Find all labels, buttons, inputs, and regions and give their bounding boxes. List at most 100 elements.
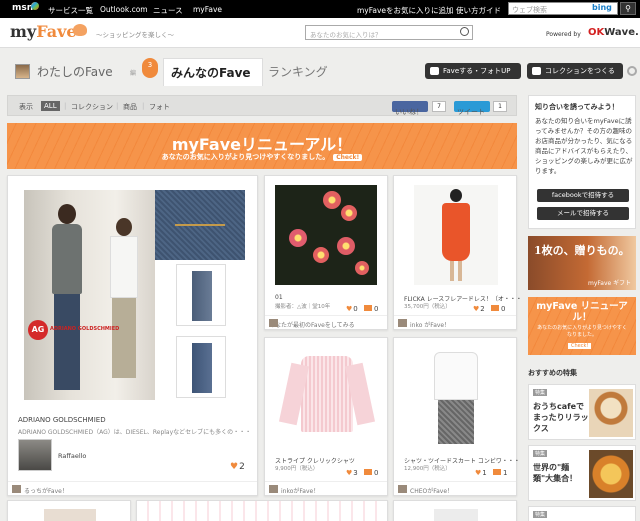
comment-count[interactable]: 0 [491,305,505,313]
gift-ad-title: 1枚の、贈りもの。 [534,244,630,257]
renewal-ad-sub: あなたのお気に入りがより見つけやすくなりました。 [537,325,627,338]
jeans-photo-1[interactable] [176,264,226,326]
gift-ad-banner[interactable]: 1枚の、贈りもの。 myFave ギフト [528,236,636,290]
banner-subtitle: あなたのお気に入りがより見つけやすくなりました。 Check! [7,152,517,162]
comment-count[interactable]: 1 [493,469,507,477]
renewal-ad-check[interactable]: Check! [568,343,592,349]
filter-all[interactable]: ALL [41,101,60,111]
nav-link-outlook[interactable]: Outlook.com [100,5,148,14]
collection-card-ag[interactable]: AG ADRIANO GOLDSCHMIED ADRIANO GOLDSCHMI… [7,175,258,496]
tweet-label: ツイート [457,108,485,116]
tweet-count: 1 [493,101,507,112]
fave-search-input[interactable]: あなたのお気に入りは？ [305,25,473,40]
fave-count[interactable]: 2 [230,462,245,472]
model-photo[interactable]: AG ADRIANO GOLDSCHMIED [24,190,155,400]
skirt-photo[interactable] [408,346,504,450]
collection-card-partial[interactable] [136,500,388,521]
filter-collection[interactable]: コレクション [71,102,113,112]
edit-badge[interactable]: 編 [130,68,136,77]
feature-card-cafe[interactable]: 特集 おうちcafeでまったりリラックス [528,384,636,440]
item-price: 12,900円（税込） [404,466,451,472]
model2-pants [112,298,136,378]
facebook-like-button[interactable]: いいね！ [392,101,428,116]
web-search-button[interactable]: ⚲ [620,2,636,15]
denim-photo[interactable] [155,190,245,260]
model2-shirt [110,236,138,298]
tweet-button[interactable]: ツイート [454,101,490,116]
nav-link-services[interactable]: サービス一覧 [48,5,93,16]
flower [355,261,369,275]
fave-count[interactable]: 1 [475,469,486,477]
create-collection-button[interactable]: コレクションをつくる [527,63,623,79]
ag-brand-logo: AG [28,320,48,340]
model-top [52,224,82,294]
item-price: 35,700円（税込） [404,304,451,310]
nav-link-news[interactable]: ニュース [153,5,183,16]
curator-name[interactable]: Raffaello [58,452,86,460]
heart-logo-icon [73,24,87,36]
feature-card-noodles[interactable]: 特集 世界の"麺類"大集合！ [528,445,636,501]
tab-ranking[interactable]: ランキング [268,63,328,80]
nav-link-myfave[interactable]: myFave [193,5,222,14]
item-card-partial[interactable] [393,500,517,521]
item-card-skirt[interactable]: シャツ・ツイードスカート コンビワ・・・ 12,900円（税込） 1 1 CHE… [393,337,520,496]
renewal-ad-banner[interactable]: myFave リニューアル！ あなたのお気に入りがより見つけやすくなりました。 … [528,297,636,355]
flower [337,237,355,255]
model-head [450,189,462,202]
dress-photo[interactable] [414,185,498,285]
white-shirt [434,352,478,400]
comment-count[interactable]: 0 [364,469,378,477]
guide-link[interactable]: 使い方ガイド [456,5,501,16]
card-footer: るっちがFave！ [8,481,257,495]
comment-count[interactable]: 0 [364,305,378,313]
cafe-photo [589,389,633,437]
top-navigation-bar: msn サービス一覧 Outlook.com ニュース myFave myFav… [0,0,640,18]
item-card-dress[interactable]: FLICKA レースフレアードレス！（オ・・・ 35,700円（税込） 2 0 … [393,175,522,330]
facebook-invite-button[interactable]: facebookで招待する [537,189,629,202]
separator: | [116,102,119,110]
model-jeans [54,294,80,390]
noodles-photo [589,450,633,498]
powered-by-label: Powered by [546,31,581,38]
collection-title[interactable]: ADRIANO GOLDSCHMIED [18,416,106,424]
myfave-logo[interactable]: myFave [10,22,77,41]
feature-tag: 特集 [533,511,548,518]
renewal-banner[interactable]: myFaveリニューアル！ あなたのお気に入りがより見つけやすくなりました。 Ch… [7,123,517,169]
jeans-photo-2[interactable] [176,336,226,398]
filter-photo[interactable]: フォト [149,102,170,112]
card-footer: CHEOがFave！ [394,481,516,495]
msn-logo[interactable]: msn [12,3,33,13]
gear-icon[interactable] [627,66,637,76]
filter-bar: 表示 ALL | コレクション | 商品 | フォト いいね！ 7 ツイート 1 [7,95,517,116]
add-favorite-link[interactable]: myFaveをお気に入りに追加 [357,5,454,16]
ag-brand-logo-text: ADRIANO GOLDSCHMIED [50,326,120,332]
item-card-shirt[interactable]: ストライプ クレリックシャツ 9,900円（税込） 3 0 inkoがFave！ [264,337,388,496]
photo-card-flowers[interactable]: 01 撮影者：△波｜堂10年 0 0 あなたが最初のFaveをしてみる [264,175,388,330]
item-title[interactable]: 01 [275,294,283,301]
notification-count-badge[interactable]: 3 [142,58,158,78]
fave-count[interactable]: 0 [346,305,357,313]
item-photo [434,509,478,521]
flower [313,247,329,263]
okwave-logo[interactable]: OKWave. [588,27,639,38]
fave-photo-up-button[interactable]: Faveする・フォトUP [425,63,521,79]
fave-count[interactable]: 3 [346,469,357,477]
like-label: いいね！ [395,108,423,116]
banner-check-button[interactable]: Check! [333,154,363,161]
item-meta: 撮影者：△波｜堂10年 [275,304,331,310]
bing-logo: bing [592,3,612,12]
item-card-partial[interactable] [7,500,131,521]
curator-avatar[interactable] [18,439,52,471]
feature-card-partial[interactable]: 特集 [528,506,636,521]
tab-everyones-fave[interactable]: みんなのFave [163,58,263,86]
mail-invite-button[interactable]: メールで招待する [537,207,629,220]
filter-product[interactable]: 商品 [123,102,137,112]
tab-my-fave[interactable]: わたしのFave [37,63,113,80]
fave-count[interactable]: 2 [473,305,484,313]
separator: | [142,102,145,110]
user-avatar[interactable] [15,64,30,79]
shirt-photo[interactable] [278,346,376,450]
flowers-photo[interactable] [275,185,377,285]
search-icon[interactable] [460,27,469,36]
feature-title: 世界の"麺類"大集合！ [533,463,578,483]
